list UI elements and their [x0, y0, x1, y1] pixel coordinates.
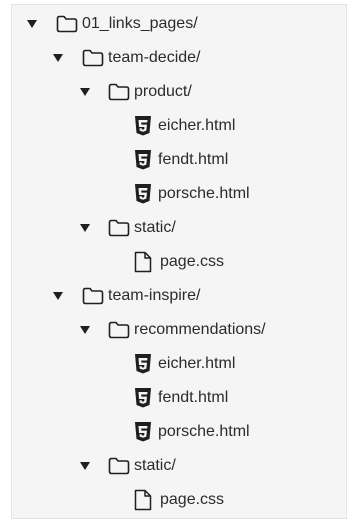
tree-item-static[interactable]: static/	[12, 449, 346, 483]
folder-label: product/	[134, 83, 192, 100]
tree-item-product[interactable]: product/	[12, 75, 346, 109]
file-label: page.css	[160, 253, 225, 270]
folder-label: team-inspire/	[108, 287, 201, 304]
caret-down-icon[interactable]	[79, 222, 91, 234]
folder-icon	[82, 49, 104, 67]
folder-icon	[108, 321, 130, 339]
tree-item-page-css[interactable]: page.css	[12, 245, 346, 279]
file-label: fendt.html	[158, 151, 229, 168]
tree-item-fendt-html[interactable]: fendt.html	[12, 381, 346, 415]
folder-icon	[82, 287, 104, 305]
tree-item-eicher-html[interactable]: eicher.html	[12, 109, 346, 143]
html5-icon	[134, 184, 152, 204]
caret-down-icon[interactable]	[79, 324, 91, 336]
file-icon	[134, 489, 152, 511]
folder-label: recommendations/	[134, 321, 266, 338]
file-icon	[134, 251, 152, 273]
file-label: porsche.html	[158, 185, 250, 202]
html5-icon	[134, 116, 152, 136]
tree-item-01-links-pages[interactable]: 01_links_pages/	[12, 7, 346, 41]
caret-down-icon[interactable]	[79, 460, 91, 472]
folder-icon	[56, 15, 78, 33]
folder-icon	[108, 219, 130, 237]
tree-item-page-css[interactable]: page.css	[12, 483, 346, 517]
tree-item-recommendations[interactable]: recommendations/	[12, 313, 346, 347]
html5-icon	[134, 422, 152, 442]
file-tree: 01_links_pages/ team-decide/ product/ ei…	[12, 5, 346, 518]
file-label: fendt.html	[158, 389, 229, 406]
tree-item-fendt-html[interactable]: fendt.html	[12, 143, 346, 177]
tree-item-static[interactable]: static/	[12, 211, 346, 245]
file-label: eicher.html	[158, 355, 236, 372]
tree-item-team-inspire[interactable]: team-inspire/	[12, 279, 346, 313]
file-label: page.css	[160, 491, 225, 508]
tree-item-porsche-html[interactable]: porsche.html	[12, 415, 346, 449]
folder-icon	[108, 457, 130, 475]
caret-down-icon[interactable]	[79, 86, 91, 98]
folder-label: static/	[134, 457, 176, 474]
file-label: eicher.html	[158, 117, 236, 134]
file-tree-panel: 01_links_pages/ team-decide/ product/ ei…	[11, 4, 347, 519]
folder-label: static/	[134, 219, 176, 236]
html5-icon	[134, 150, 152, 170]
folder-label: team-decide/	[108, 49, 201, 66]
caret-down-icon[interactable]	[52, 290, 64, 302]
tree-item-team-decide[interactable]: team-decide/	[12, 41, 346, 75]
folder-icon	[108, 83, 130, 101]
html5-icon	[134, 388, 152, 408]
caret-down-icon[interactable]	[52, 52, 64, 64]
caret-down-icon[interactable]	[26, 18, 38, 30]
file-label: porsche.html	[158, 423, 250, 440]
folder-label: 01_links_pages/	[82, 15, 198, 32]
tree-item-porsche-html[interactable]: porsche.html	[12, 177, 346, 211]
tree-item-eicher-html[interactable]: eicher.html	[12, 347, 346, 381]
html5-icon	[134, 354, 152, 374]
